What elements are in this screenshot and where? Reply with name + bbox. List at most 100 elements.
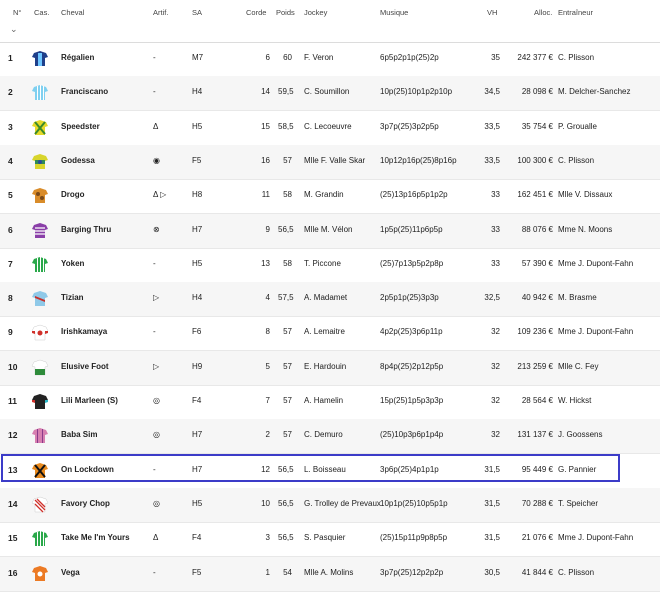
column-trainer[interactable]: Entraîneur xyxy=(558,8,593,17)
horse-name-link[interactable]: Franciscano xyxy=(61,87,108,96)
horse-name-link[interactable]: Régalien xyxy=(61,53,94,62)
trainer-name[interactable]: C. Plisson xyxy=(558,53,594,62)
runner-number: 1 xyxy=(8,53,13,63)
jockey-name[interactable]: C. Soumillon xyxy=(304,87,349,96)
trainer-name[interactable]: P. Groualle xyxy=(558,122,597,131)
trainer-name[interactable]: Mme J. Dupont-Fahn xyxy=(558,327,633,336)
table-row[interactable]: 4 Godessa ◉ F5 16 57 Mlle F. Valle Skar 10p12p1… xyxy=(0,144,660,180)
earnings: 57 390 € xyxy=(521,258,553,268)
horse-name-link[interactable]: Irishkamaya xyxy=(61,327,107,336)
draw: 16 xyxy=(261,155,270,165)
column-artif[interactable]: Artif. xyxy=(153,8,168,17)
horse-name-link[interactable]: Take Me I'm Yours xyxy=(61,533,130,542)
column-casaque[interactable]: Cas. xyxy=(34,8,49,17)
table-row[interactable]: 15 Take Me I'm Yours Δ F4 3 56,5 S. Pasquier (2… xyxy=(0,522,660,558)
horse-name-link[interactable]: Elusive Foot xyxy=(61,362,109,371)
jockey-name[interactable]: S. Pasquier xyxy=(304,533,345,542)
table-header: N° ⌄ Cas. Cheval Artif. SA Corde Poids J… xyxy=(0,0,660,43)
jockey-name[interactable]: A. Hamelin xyxy=(304,396,343,405)
trainer-name[interactable]: Mme J. Dupont-Fahn xyxy=(558,533,633,542)
jockey-name[interactable]: A. Madamet xyxy=(304,293,347,302)
horse-name-link[interactable]: Godessa xyxy=(61,156,95,165)
table-row[interactable]: 7 Yoken - H5 13 58 T. Piccone (25)7p13p5p2p8p 33… xyxy=(0,248,660,283)
trainer-name[interactable]: Mlle C. Fey xyxy=(558,362,598,371)
table-row[interactable]: 10 Elusive Foot ▷ H9 5 57 E. Hardouin 8p4p(25)2… xyxy=(0,350,660,386)
table-row[interactable]: 14 Favory Chop ◎ H5 10 56,5 G. Trolley de Prev… xyxy=(0,487,660,523)
jockey-name[interactable]: E. Hardouin xyxy=(304,362,346,371)
draw: 13 xyxy=(261,258,270,268)
jockey-name[interactable]: Mlle M. Vélon xyxy=(304,225,352,234)
table-row[interactable]: 1 Régalien - M7 6 60 F. Veron 6p5p2p1p(25)2p 35 2… xyxy=(0,42,660,77)
sex-age: H4 xyxy=(192,293,203,303)
handicap-value: 31,5 xyxy=(484,498,500,508)
table-row[interactable]: 12 Baba Sim ◎ H7 2 57 C. Demuro (25)10p3p6p1p4p… xyxy=(0,419,660,455)
table-row[interactable]: 8 Tizian ▷ H4 4 57,5 A. Madamet 2p5p1p(25)3p3p 3… xyxy=(0,282,660,318)
table-row[interactable]: 11 Lili Marleen (S) ◎ F4 7 57 A. Hamelin 15p(25… xyxy=(0,385,660,420)
horse-name-link[interactable]: Tizian xyxy=(61,293,84,302)
form-musique: 4p2p(25)3p6p11p xyxy=(380,327,443,337)
silk-icon xyxy=(31,359,49,375)
trainer-name[interactable]: C. Plisson xyxy=(558,568,594,577)
column-alloc[interactable]: Alloc. xyxy=(534,8,552,17)
trainer-name[interactable]: J. Goossens xyxy=(558,430,602,439)
draw: 12 xyxy=(261,464,270,474)
horse-name-link[interactable]: Barging Thru xyxy=(61,225,111,234)
earnings: 88 076 € xyxy=(521,224,553,234)
column-sa[interactable]: SA xyxy=(192,8,202,17)
horse-name-link[interactable]: Yoken xyxy=(61,259,84,268)
sex-age: M7 xyxy=(192,53,204,62)
jockey-name[interactable]: T. Piccone xyxy=(304,259,341,268)
horse-name-link[interactable]: On Lockdown xyxy=(61,465,114,474)
trainer-name[interactable]: Mlle V. Dissaux xyxy=(558,190,612,199)
trainer-name[interactable]: G. Pannier xyxy=(558,465,596,474)
column-cheval[interactable]: Cheval xyxy=(61,8,84,17)
earnings: 131 137 € xyxy=(517,430,553,440)
column-corde[interactable]: Corde xyxy=(246,8,266,17)
earnings: 35 754 € xyxy=(521,121,553,131)
table-row[interactable]: 5 Drogo Δ ▷ H8 11 58 M. Grandin (25)13p16p5p1p2… xyxy=(0,179,660,215)
trainer-name[interactable]: C. Plisson xyxy=(558,156,594,165)
column-musique[interactable]: Musique xyxy=(380,8,408,17)
jockey-name[interactable]: A. Lemaitre xyxy=(304,327,345,336)
handicap-value: 32 xyxy=(491,396,500,405)
table-row[interactable]: 3 Speedster Δ H5 15 58,5 C. Lecoeuvre 3p7p(25)3… xyxy=(0,111,660,146)
silk-icon xyxy=(32,85,48,101)
column-num[interactable]: N° xyxy=(13,8,21,17)
horse-name-link[interactable]: Favory Chop xyxy=(61,499,110,508)
table-row[interactable]: 13 On Lockdown - H7 12 56,5 L. Boisseau 3p6p(25… xyxy=(0,453,660,489)
table-row[interactable]: 2 Franciscano - H4 14 59,5 C. Soumillon 10p(25)… xyxy=(0,76,660,112)
trainer-name[interactable]: Mme J. Dupont-Fahn xyxy=(558,259,633,268)
table-row[interactable]: 6 Barging Thru ⊗ H7 9 56,5 Mlle M. Vélon 1p5p(2… xyxy=(0,213,660,249)
horse-name-link[interactable]: Speedster xyxy=(61,122,100,131)
jockey-name[interactable]: Mlle F. Valle Skar xyxy=(304,156,365,165)
trainer-name[interactable]: W. Hickst xyxy=(558,396,591,405)
column-jockey[interactable]: Jockey xyxy=(304,8,327,17)
trainer-name[interactable]: M. Delcher-Sanchez xyxy=(558,87,630,96)
trainer-name[interactable]: T. Speicher xyxy=(558,499,598,508)
jockey-name[interactable]: G. Trolley de Prevaux xyxy=(304,499,381,508)
column-poids[interactable]: Poids xyxy=(276,8,295,17)
jockey-name[interactable]: C. Lecoeuvre xyxy=(304,122,352,131)
form-musique: 3p7p(25)3p2p5p xyxy=(380,121,439,131)
horse-name-link[interactable]: Lili Marleen (S) xyxy=(61,396,118,405)
runner-number: 11 xyxy=(8,396,17,406)
column-vh[interactable]: VH xyxy=(487,8,497,17)
horse-name-link[interactable]: Vega xyxy=(61,568,80,577)
jockey-name[interactable]: Mlle A. Molins xyxy=(304,568,353,577)
sex-age: F5 xyxy=(192,567,202,577)
horse-name-link[interactable]: Baba Sim xyxy=(61,430,97,439)
jockey-name[interactable]: M. Grandin xyxy=(304,190,344,199)
jockey-name[interactable]: F. Veron xyxy=(304,53,333,62)
jockey-name[interactable]: C. Demuro xyxy=(304,430,343,439)
trainer-name[interactable]: M. Brasme xyxy=(558,293,597,302)
trainer-name[interactable]: Mme N. Moons xyxy=(558,225,612,234)
horse-name-link[interactable]: Drogo xyxy=(61,190,85,199)
chevron-down-icon[interactable]: ⌄ xyxy=(10,24,18,35)
weight: 57,5 xyxy=(278,293,294,303)
table-row[interactable]: 9 Irishkamaya - F6 8 57 A. Lemaitre 4p2p(25)3p6… xyxy=(0,316,660,352)
table-row[interactable]: 16 Vega - F5 1 54 Mlle A. Molins 3p7p(25)12p2p2… xyxy=(0,556,660,592)
handicap-value: 31,5 xyxy=(484,464,500,474)
jockey-name[interactable]: L. Boisseau xyxy=(304,465,346,474)
earnings: 21 076 € xyxy=(521,533,553,543)
silk-icon xyxy=(31,325,49,341)
